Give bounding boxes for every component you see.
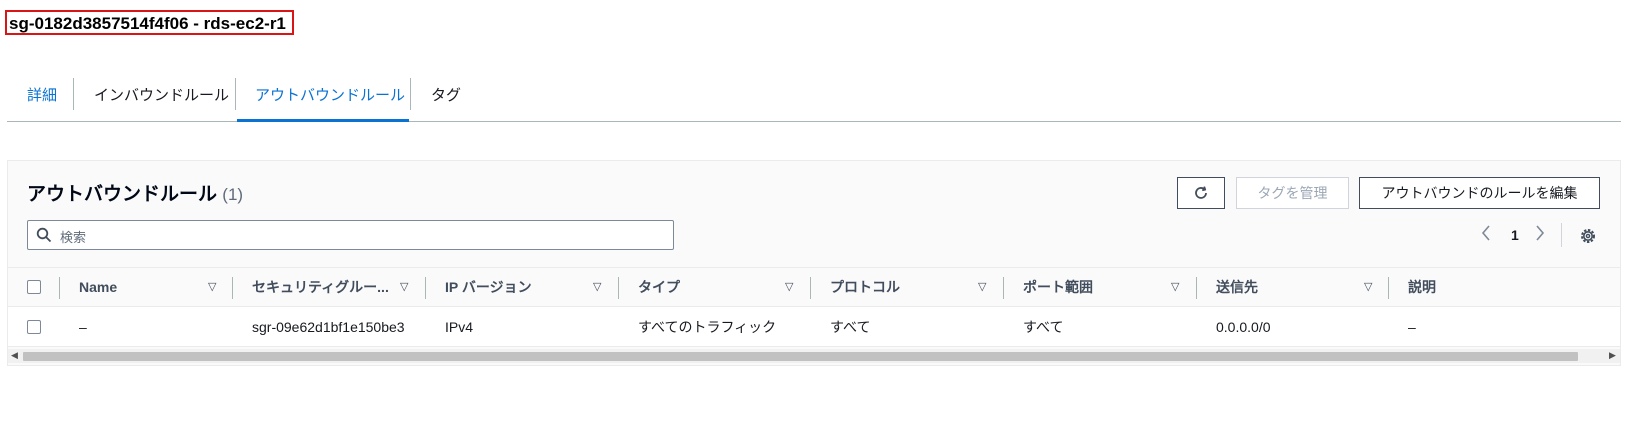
manage-tags-button[interactable]: タグを管理 bbox=[1236, 177, 1349, 209]
column-header-security-group-rule-id[interactable]: セキュリティグルー... bbox=[252, 268, 389, 308]
tab-outbound-rules[interactable]: アウトバウンドルール bbox=[237, 74, 409, 122]
column-divider[interactable] bbox=[1388, 277, 1389, 299]
security-group-title: sg-0182d3857514f4f06 - rds-ec2-r1 bbox=[5, 10, 294, 35]
pager-divider bbox=[1561, 223, 1562, 247]
column-divider[interactable] bbox=[810, 277, 811, 299]
table-row[interactable]: – sgr-09e62d1bf1e150be3 IPv4 すべてのトラフィック … bbox=[8, 307, 1620, 347]
cell-ip-version: IPv4 bbox=[445, 319, 474, 335]
column-header-type[interactable]: タイプ bbox=[638, 268, 680, 308]
column-header-name[interactable]: Name bbox=[79, 268, 117, 308]
rule-count: (1) bbox=[222, 185, 244, 204]
tab-divider bbox=[73, 78, 74, 110]
column-divider[interactable] bbox=[1003, 277, 1004, 299]
refresh-button[interactable] bbox=[1177, 177, 1225, 209]
sort-icon[interactable]: ▽ bbox=[978, 280, 986, 293]
tab-tags[interactable]: タグ bbox=[431, 74, 461, 122]
select-all-checkbox[interactable] bbox=[27, 280, 41, 294]
tab-details[interactable]: 詳細 bbox=[27, 74, 57, 122]
panel-title-text: アウトバウンドルール bbox=[27, 184, 218, 205]
chevron-right-icon bbox=[1536, 225, 1545, 241]
table-header: Name ▽ セキュリティグルー... ▽ IP バージョン ▽ タイプ ▽ プ… bbox=[8, 267, 1620, 307]
tab-divider bbox=[235, 78, 236, 110]
gear-icon[interactable] bbox=[1579, 227, 1597, 245]
tab-divider bbox=[410, 78, 411, 110]
scroll-left-arrow-icon[interactable]: ◀ bbox=[11, 350, 18, 361]
sort-icon[interactable]: ▽ bbox=[1364, 280, 1372, 293]
search-icon bbox=[36, 227, 52, 243]
cell-description: – bbox=[1408, 319, 1416, 335]
search-input[interactable]: 検索 bbox=[27, 220, 674, 250]
previous-page-button[interactable] bbox=[1481, 225, 1491, 246]
column-divider[interactable] bbox=[425, 277, 426, 299]
column-header-description[interactable]: 説明 bbox=[1408, 268, 1436, 308]
column-divider bbox=[59, 277, 60, 299]
chevron-left-icon bbox=[1481, 225, 1490, 241]
cell-type: すべてのトラフィック bbox=[638, 319, 777, 335]
tab-inbound-rules[interactable]: インバウンドルール bbox=[94, 74, 229, 122]
cell-port-range: すべて bbox=[1023, 319, 1064, 335]
cell-destination: 0.0.0.0/0 bbox=[1216, 319, 1271, 335]
edit-outbound-rules-button[interactable]: アウトバウンドのルールを編集 bbox=[1359, 177, 1600, 209]
outbound-rules-panel: アウトバウンドルール (1) タグを管理 アウトバウンドのルールを編集 検索 1… bbox=[7, 160, 1621, 366]
panel-title: アウトバウンドルール (1) bbox=[27, 179, 243, 206]
refresh-icon bbox=[1195, 186, 1207, 199]
scrollbar-thumb[interactable] bbox=[23, 352, 1578, 361]
cell-name: – bbox=[79, 319, 87, 335]
column-header-destination[interactable]: 送信先 bbox=[1216, 268, 1258, 308]
cell-protocol: すべて bbox=[830, 319, 871, 335]
column-header-protocol[interactable]: プロトコル bbox=[830, 268, 900, 308]
column-header-port-range[interactable]: ポート範囲 bbox=[1023, 268, 1093, 308]
column-divider[interactable] bbox=[1196, 277, 1197, 299]
next-page-button[interactable] bbox=[1535, 225, 1545, 246]
sort-icon[interactable]: ▽ bbox=[593, 280, 601, 293]
horizontal-scrollbar[interactable]: ◀ ▶ bbox=[8, 349, 1620, 363]
sort-icon[interactable]: ▽ bbox=[785, 280, 793, 293]
row-checkbox[interactable] bbox=[27, 320, 41, 334]
scroll-right-arrow-icon[interactable]: ▶ bbox=[1609, 350, 1616, 361]
column-divider[interactable] bbox=[618, 277, 619, 299]
current-page[interactable]: 1 bbox=[1511, 227, 1519, 243]
column-divider[interactable] bbox=[232, 277, 233, 299]
tab-bar: 詳細 インバウンドルール アウトバウンドルール タグ bbox=[7, 74, 1621, 122]
sort-icon[interactable]: ▽ bbox=[1171, 280, 1179, 293]
search-placeholder: 検索 bbox=[60, 230, 87, 245]
sort-icon[interactable]: ▽ bbox=[208, 280, 216, 293]
sort-icon[interactable]: ▽ bbox=[400, 280, 408, 293]
column-header-ip-version[interactable]: IP バージョン bbox=[445, 268, 532, 308]
cell-security-group-rule-id: sgr-09e62d1bf1e150be3 bbox=[252, 319, 405, 335]
